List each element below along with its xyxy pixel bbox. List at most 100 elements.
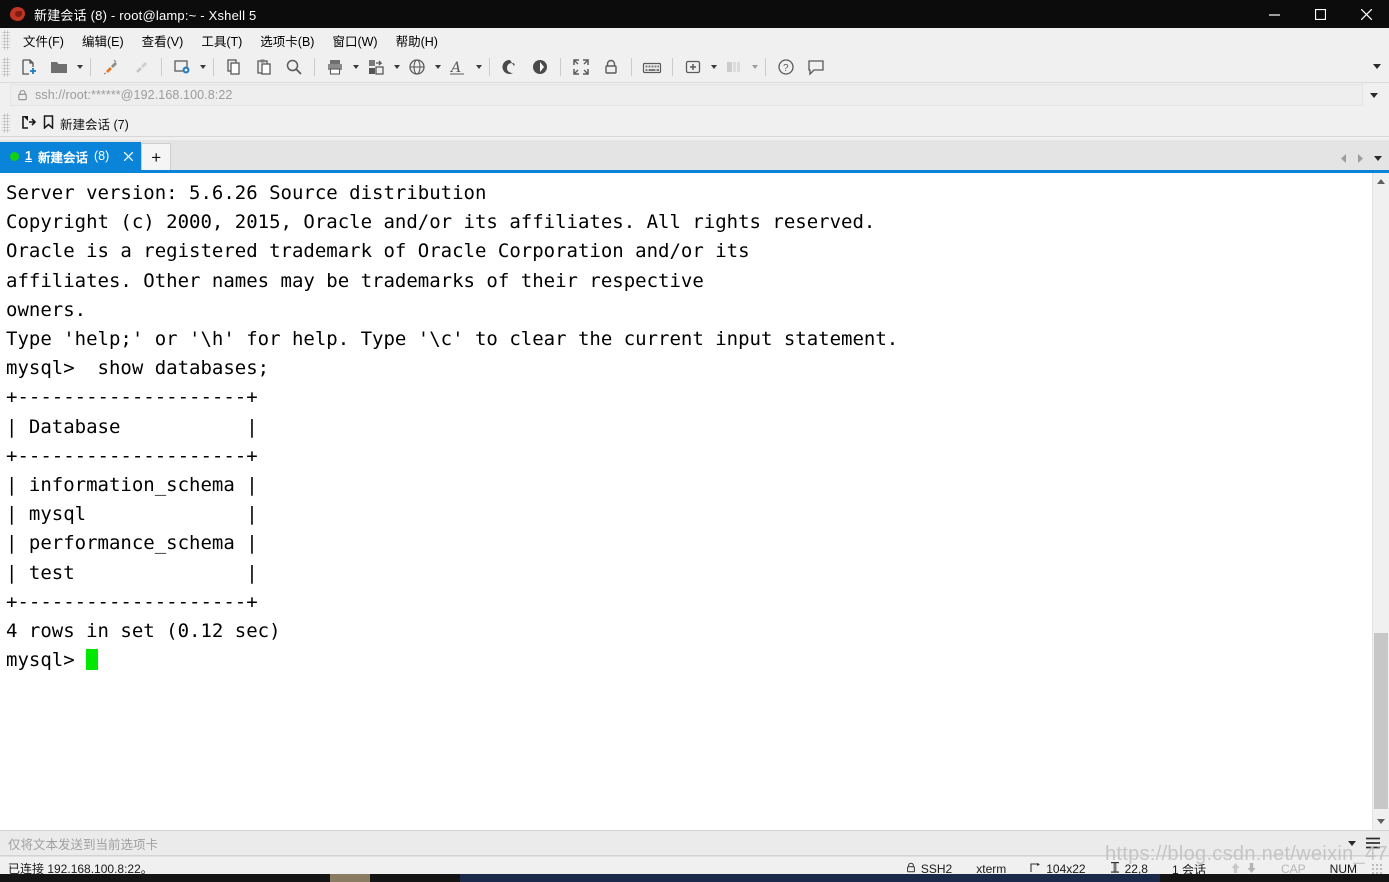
find-icon[interactable] (280, 55, 308, 79)
terminal-line: | test | (6, 561, 258, 584)
send-text-chevron-down-icon[interactable] (1343, 832, 1361, 854)
xshell-window: 新建会话 (8) - root@lamp:~ - Xshell 5 文件(F) … (0, 0, 1389, 882)
disconnect-icon[interactable] (127, 55, 155, 79)
terminal-line: +--------------------+ (6, 386, 258, 409)
add-tab-icon[interactable] (679, 55, 707, 79)
bookmark-session-item[interactable]: 新建会话 (7) (16, 112, 135, 135)
terminal-line: | performance_schema | (6, 532, 258, 555)
fullscreen-icon[interactable] (567, 55, 595, 79)
maximize-icon[interactable] (1297, 0, 1343, 28)
print-icon[interactable] (321, 55, 349, 79)
new-tab-button[interactable]: + (141, 143, 172, 170)
bookmarkbar-grip[interactable] (2, 113, 10, 133)
font-caret-icon[interactable] (473, 55, 484, 79)
menubar-grip[interactable] (2, 30, 10, 50)
open-session-icon (22, 115, 37, 132)
terminal-output[interactable]: Server version: 5.6.26 Source distributi… (0, 173, 1355, 830)
terminal-line: Oracle is a registered trademark of Orac… (6, 240, 750, 263)
tab-bar: 1 新建会话 (8) + (0, 140, 1389, 170)
layout-caret-icon[interactable] (749, 55, 760, 79)
chevron-left-icon[interactable] (1337, 151, 1349, 165)
menubar: 文件(F) 编辑(E) 查看(V) 工具(T) 选项卡(B) 窗口(W) 帮助(… (0, 28, 1389, 52)
add-tab-caret-icon[interactable] (708, 55, 719, 79)
svg-text:?: ? (783, 63, 789, 74)
connect-icon[interactable] (97, 55, 125, 79)
menu-tools[interactable]: 工具(T) (192, 28, 251, 53)
open-folder-caret-icon[interactable] (74, 55, 85, 79)
globe-caret-icon[interactable] (432, 55, 443, 79)
address-input[interactable]: ssh://root:******@192.168.100.8:22 (10, 84, 1363, 106)
tab-close-icon[interactable] (121, 149, 135, 163)
address-value: ssh://root:******@192.168.100.8:22 (35, 88, 233, 102)
hamburger-menu-icon[interactable] (1361, 831, 1385, 855)
menu-window[interactable]: 窗口(W) (323, 28, 386, 53)
tab-list-chevron-down-icon[interactable] (1371, 151, 1385, 165)
toolbar-separator (631, 58, 632, 76)
new-session-icon[interactable] (15, 55, 43, 79)
lock-icon (17, 89, 28, 101)
globe-icon[interactable] (403, 55, 431, 79)
bookmark-label: 新建会话 (7) (60, 117, 129, 132)
menu-edit[interactable]: 编辑(E) (73, 28, 133, 53)
background-window-strip (330, 874, 370, 882)
font-icon[interactable]: A (444, 55, 472, 79)
terminal-line: affiliates. Other names may be trademark… (6, 269, 704, 292)
tab-index: 1 (25, 149, 32, 163)
toolbar-separator (213, 58, 214, 76)
scrollbar-thumb[interactable] (1374, 633, 1388, 809)
terminal-panel: Server version: 5.6.26 Source distributi… (0, 170, 1389, 830)
tab-session-1[interactable]: 1 新建会话 (8) (0, 142, 142, 170)
terminal-prompt: mysql> (6, 649, 87, 672)
layout-icon[interactable] (720, 55, 748, 79)
terminal-line: | Database | (6, 415, 258, 438)
menu-tabs[interactable]: 选项卡(B) (251, 28, 323, 53)
toolbar-separator (672, 58, 673, 76)
print-caret-icon[interactable] (350, 55, 361, 79)
tab-label: 新建会话 (37, 150, 88, 165)
help-icon[interactable]: ? (772, 55, 800, 79)
send-text-input[interactable]: 仅将文本发送到当前选项卡 (8, 834, 1343, 853)
chevron-right-icon[interactable] (1354, 151, 1366, 165)
open-folder-icon[interactable] (45, 55, 73, 79)
toolbar: A ? (0, 52, 1389, 83)
tab-bar-controls (1337, 151, 1385, 165)
menu-view[interactable]: 查看(V) (133, 28, 193, 53)
address-dropdown-chevron-down-icon[interactable] (1367, 85, 1381, 105)
scroll-up-icon[interactable] (1373, 173, 1389, 190)
terminal-cursor (86, 649, 98, 671)
tab-count: (8) (93, 149, 110, 163)
minimize-icon[interactable] (1251, 0, 1297, 28)
close-icon[interactable] (1343, 0, 1389, 28)
terminal-line: Server version: 5.6.26 Source distributi… (6, 182, 487, 204)
xftp-icon[interactable] (526, 55, 554, 79)
file-transfer-icon[interactable] (362, 55, 390, 79)
titlebar: 新建会话 (8) - root@lamp:~ - Xshell 5 (0, 0, 1389, 28)
scroll-down-icon[interactable] (1373, 813, 1389, 830)
terminal-line: 4 rows in set (0.12 sec) (6, 620, 281, 643)
window-title: 新建会话 (8) - root@lamp:~ - Xshell 5 (34, 7, 257, 23)
file-transfer-caret-icon[interactable] (391, 55, 402, 79)
desktop-background-peek (0, 874, 1389, 882)
send-text-bar: 仅将文本发送到当前选项卡 (0, 830, 1389, 856)
terminal-line: | information_schema | (6, 474, 258, 497)
connected-dot-icon (10, 151, 19, 161)
comment-icon[interactable] (802, 55, 830, 79)
bookmark-icon (43, 114, 54, 132)
session-properties-icon[interactable] (168, 55, 196, 79)
keyboard-icon[interactable] (638, 55, 666, 79)
toolbar-overflow-caret-icon[interactable] (1371, 55, 1383, 77)
lock-icon[interactable] (597, 55, 625, 79)
xshell-icon[interactable] (496, 55, 524, 79)
copy-icon[interactable] (220, 55, 248, 79)
session-properties-caret-icon[interactable] (197, 55, 208, 79)
address-bar: ssh://root:******@192.168.100.8:22 (0, 83, 1389, 107)
window-controls (1251, 0, 1389, 28)
bookmark-bar: 新建会话 (7) (0, 110, 1389, 137)
toolbar-separator (161, 58, 162, 76)
terminal-scrollbar[interactable] (1372, 173, 1389, 830)
menu-file[interactable]: 文件(F) (14, 28, 73, 53)
menu-help[interactable]: 帮助(H) (387, 28, 447, 53)
toolbar-separator (765, 58, 766, 76)
toolbar-grip[interactable] (2, 57, 10, 77)
paste-icon[interactable] (250, 55, 278, 79)
